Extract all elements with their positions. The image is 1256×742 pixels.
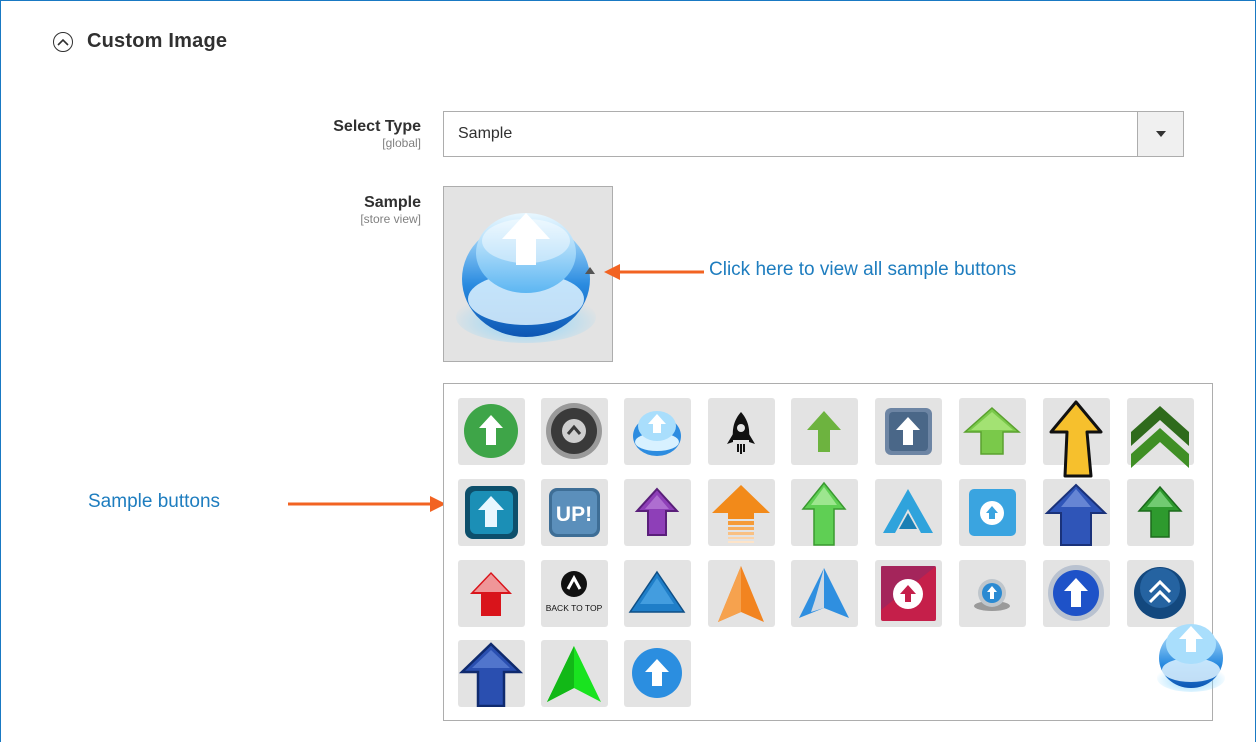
grid-hint-text: Sample buttons — [88, 491, 221, 512]
select-type-label-block: Select Type [global] — [333, 117, 421, 150]
black-rocket-icon — [727, 412, 755, 454]
chevron-up-circle-icon[interactable] — [53, 31, 73, 52]
sample-button[interactable] — [458, 398, 525, 465]
sample-button[interactable] — [875, 560, 942, 627]
sample-button[interactable] — [791, 479, 858, 546]
sample-button[interactable] — [708, 479, 775, 546]
green-arrow-icon — [807, 411, 841, 452]
light-green-arrow-icon — [801, 481, 847, 546]
blue-circle-arrow-icon — [632, 648, 682, 698]
blue-ring-arrow-icon — [1048, 565, 1104, 621]
orange-striped-arrow-icon — [712, 485, 770, 543]
green-circle-arrow-icon — [464, 404, 518, 458]
sample-button[interactable] — [541, 640, 608, 707]
green-double-chevron-icon — [1131, 406, 1189, 468]
blue-triangle-icon — [628, 570, 686, 613]
back-to-top-icon: BACK TO TOP — [546, 571, 603, 613]
select-type-label: Select Type — [333, 118, 421, 135]
blue-3d-arrow-icon — [1044, 483, 1108, 546]
teal-square-arrow-icon — [465, 486, 518, 539]
preview-caret-icon[interactable] — [585, 267, 595, 274]
section-header[interactable]: Custom Image — [53, 30, 227, 53]
sample-button[interactable] — [1043, 560, 1110, 627]
back-to-top-text: BACK TO TOP — [546, 603, 603, 613]
sample-buttons-grid: UP! BACK TO TOP — [443, 383, 1213, 721]
sample-label: Sample — [364, 194, 421, 211]
silver-circle-chevron-icon — [546, 403, 602, 459]
neon-green-pointer-icon — [547, 646, 601, 702]
sample-label-block: Sample [store view] — [360, 193, 421, 226]
navy-outline-arrow-icon — [458, 642, 524, 707]
up-badge-icon: UP! — [549, 488, 600, 537]
sample-button[interactable] — [458, 560, 525, 627]
glossy-blue-bubble-arrow-icon — [1157, 624, 1225, 692]
sample-button[interactable] — [1127, 398, 1194, 468]
orange-pointer-icon — [718, 566, 764, 622]
sample-button[interactable] — [959, 398, 1026, 465]
sample-button[interactable] — [458, 640, 525, 707]
callout-arrow-icon — [604, 264, 704, 280]
sample-button[interactable] — [1127, 479, 1194, 546]
sample-button[interactable] — [1043, 398, 1110, 478]
lime-glossy-arrow-icon — [963, 406, 1021, 455]
floating-back-to-top-button[interactable] — [1156, 616, 1226, 701]
sample-button[interactable]: UP! — [541, 479, 608, 546]
select-type-value: Sample — [458, 125, 513, 142]
slate-square-arrow-icon — [885, 408, 932, 455]
preview-hint-text: Click here to view all sample buttons — [709, 259, 1017, 280]
green-3d-arrow-icon — [1137, 485, 1183, 538]
sample-button[interactable] — [1043, 479, 1110, 546]
sample-button[interactable] — [624, 398, 691, 465]
sample-button[interactable] — [541, 398, 608, 465]
glossy-blue-bubble-arrow-icon — [456, 213, 596, 343]
section-title: Custom Image — [87, 30, 228, 52]
sample-button[interactable] — [708, 398, 775, 465]
purple-arrow-icon — [634, 487, 680, 536]
sample-button[interactable] — [708, 560, 775, 627]
glossy-blue-bubble-arrow-icon — [633, 411, 681, 456]
sample-button[interactable] — [791, 398, 858, 465]
sample-button[interactable] — [959, 560, 1026, 627]
caret-down-icon[interactable] — [1137, 112, 1183, 156]
callout-arrow-icon — [288, 496, 446, 512]
red-square-circle-arrow-icon — [881, 566, 936, 621]
sample-button[interactable] — [875, 398, 942, 465]
sample-button[interactable] — [624, 560, 691, 627]
sample-button[interactable] — [458, 479, 525, 546]
sample-button[interactable] — [791, 560, 858, 627]
up-badge-text: UP! — [556, 503, 592, 526]
sample-scope: [store view] — [360, 212, 421, 226]
select-type-scope: [global] — [382, 136, 421, 150]
red-arrow-icon — [470, 572, 512, 616]
select-type-dropdown[interactable]: Sample — [443, 111, 1184, 157]
blue-chevron-a-icon — [883, 489, 933, 533]
sample-preview-button[interactable] — [443, 186, 613, 362]
paper-plane-arrow-icon — [799, 568, 849, 618]
sky-square-circle-arrow-icon — [969, 489, 1016, 536]
sample-button[interactable] — [959, 479, 1026, 546]
sample-button[interactable]: BACK TO TOP — [541, 560, 608, 627]
sample-button[interactable] — [875, 479, 942, 546]
blue-orb-arrow-icon — [974, 579, 1010, 611]
sample-button[interactable] — [624, 479, 691, 546]
sample-button[interactable] — [624, 640, 691, 707]
yellow-sketch-arrow-icon — [1049, 400, 1103, 478]
